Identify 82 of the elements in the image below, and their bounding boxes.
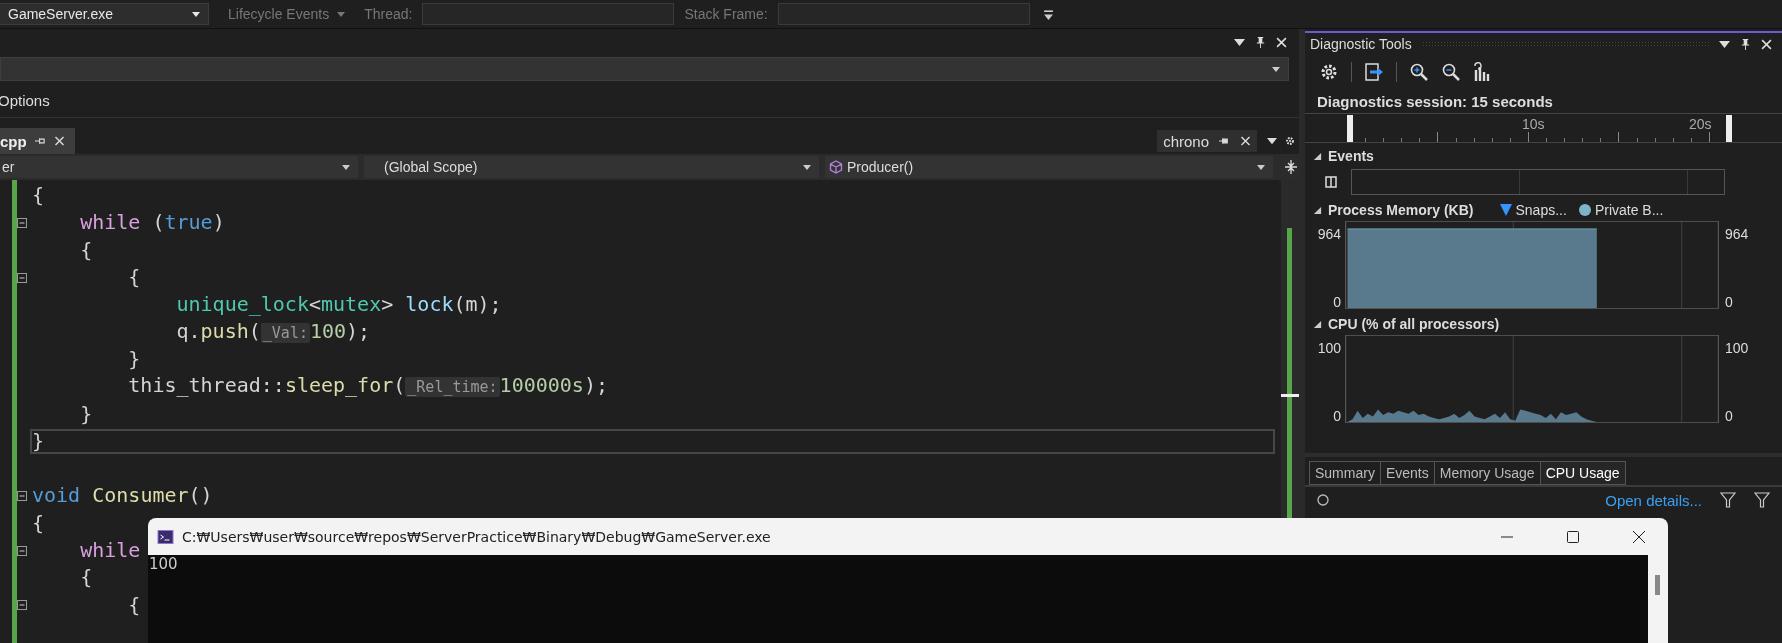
code-line: { (127, 592, 141, 618)
axis-label: 100 (1725, 339, 1749, 357)
legend-label: Snaps... (1515, 202, 1567, 218)
axis-label: 0 (1725, 407, 1733, 425)
fold-icon[interactable] (17, 217, 27, 228)
dropdown-icon[interactable] (1719, 38, 1730, 50)
preview-tab[interactable]: chrono (1157, 130, 1257, 152)
code-line: { (79, 565, 93, 591)
target-dropdown[interactable]: GameServer.exe (0, 3, 209, 25)
terminal-icon (157, 529, 174, 544)
window-title: C:₩Users₩user₩source₩repos₩ServerPractice₩Binary₩Debug₩GameServer.exe (182, 528, 771, 545)
export-icon[interactable] (1364, 62, 1384, 82)
settings-icon[interactable] (1319, 62, 1339, 82)
tab[interactable]: Summary (1309, 461, 1381, 485)
scope-dropdown[interactable]: (Global Scope) (364, 156, 819, 178)
open-details-link[interactable]: Open details... (1605, 491, 1702, 509)
axis-label: 0 (1333, 293, 1341, 311)
split-icon[interactable] (1285, 160, 1297, 174)
legend-label: Private B... (1594, 202, 1664, 218)
pin-icon[interactable] (1219, 136, 1230, 146)
file-tab[interactable]: cpp (0, 128, 75, 154)
dropdown-icon[interactable] (1267, 136, 1277, 146)
fold-icon[interactable] (17, 545, 27, 556)
code-line: } (127, 346, 141, 372)
zoom-in-icon[interactable] (1409, 62, 1429, 82)
expand-icon[interactable] (1313, 151, 1322, 161)
code-line: q.push(_Val:100); (175, 318, 371, 345)
axis-label: 964 (1725, 225, 1749, 243)
axis-label: 100 (1317, 339, 1341, 357)
code-line: { (31, 510, 45, 536)
fold-icon[interactable] (17, 600, 27, 611)
session-duration: Diagnostics session: 15 seconds (1316, 91, 1554, 112)
code-line: { (127, 265, 141, 291)
filter-icon[interactable] (1754, 492, 1770, 508)
cube-icon (829, 160, 843, 174)
fold-icon[interactable] (17, 490, 27, 501)
caret-icon (342, 164, 350, 170)
project-dropdown[interactable]: er (0, 156, 358, 178)
zoom-out-icon[interactable] (1441, 62, 1461, 82)
axis-label: 964 (1317, 225, 1341, 243)
caret-icon (803, 164, 811, 170)
axis-label: 0 (1333, 407, 1341, 425)
code-line: unique_lock<mutex> lock(m); (175, 292, 502, 318)
dropdown-field[interactable] (0, 57, 1289, 81)
pin-icon[interactable] (34, 136, 46, 146)
section-title: Events (1328, 148, 1374, 164)
code-line: this_thread::sleep_for(_Rel_time:100000s); (127, 373, 608, 400)
code-line: } (79, 401, 93, 427)
section-title: CPU (% of all processors) (1328, 316, 1500, 332)
code-line: { (31, 183, 45, 209)
close-icon[interactable] (1632, 529, 1646, 544)
code-line: { (79, 237, 93, 263)
panel-title: Diagnostic Tools (1310, 36, 1412, 52)
toolbar-label: Stack Frame: (684, 6, 768, 22)
overflow-icon[interactable] (1043, 8, 1053, 20)
maximize-icon[interactable] (1566, 529, 1580, 544)
code-line: void Consumer() (31, 483, 213, 509)
timeline-ruler[interactable]: 10s 20s (1305, 113, 1782, 143)
caret-icon (337, 11, 346, 17)
expand-icon[interactable] (1313, 205, 1322, 215)
tab[interactable]: Events (1379, 461, 1435, 485)
dropdown-icon[interactable] (1234, 36, 1245, 48)
tab[interactable]: Memory Usage (1433, 461, 1541, 485)
caret-icon (1272, 66, 1280, 72)
fold-icon[interactable] (17, 272, 27, 283)
console-output: 100 (149, 555, 178, 573)
axis-label: 0 (1725, 293, 1733, 311)
toolbar-label: Thread: (364, 6, 413, 22)
pin-icon[interactable] (1255, 36, 1266, 48)
caret-icon (1257, 164, 1265, 170)
settings-icon[interactable] (1285, 136, 1295, 146)
code-line: while (true) (79, 210, 225, 236)
code-line: while (79, 538, 141, 563)
code-line: } (31, 428, 45, 454)
expand-icon[interactable] (1313, 319, 1322, 329)
record-icon[interactable] (1317, 494, 1329, 506)
section-title: Process Memory (KB) (1328, 202, 1474, 218)
tab[interactable]: CPU Usage (1539, 461, 1626, 485)
pin-icon[interactable] (1740, 38, 1751, 50)
caret-icon (192, 11, 200, 17)
filter-icon[interactable] (1720, 492, 1736, 508)
columns-icon[interactable] (1325, 176, 1337, 188)
